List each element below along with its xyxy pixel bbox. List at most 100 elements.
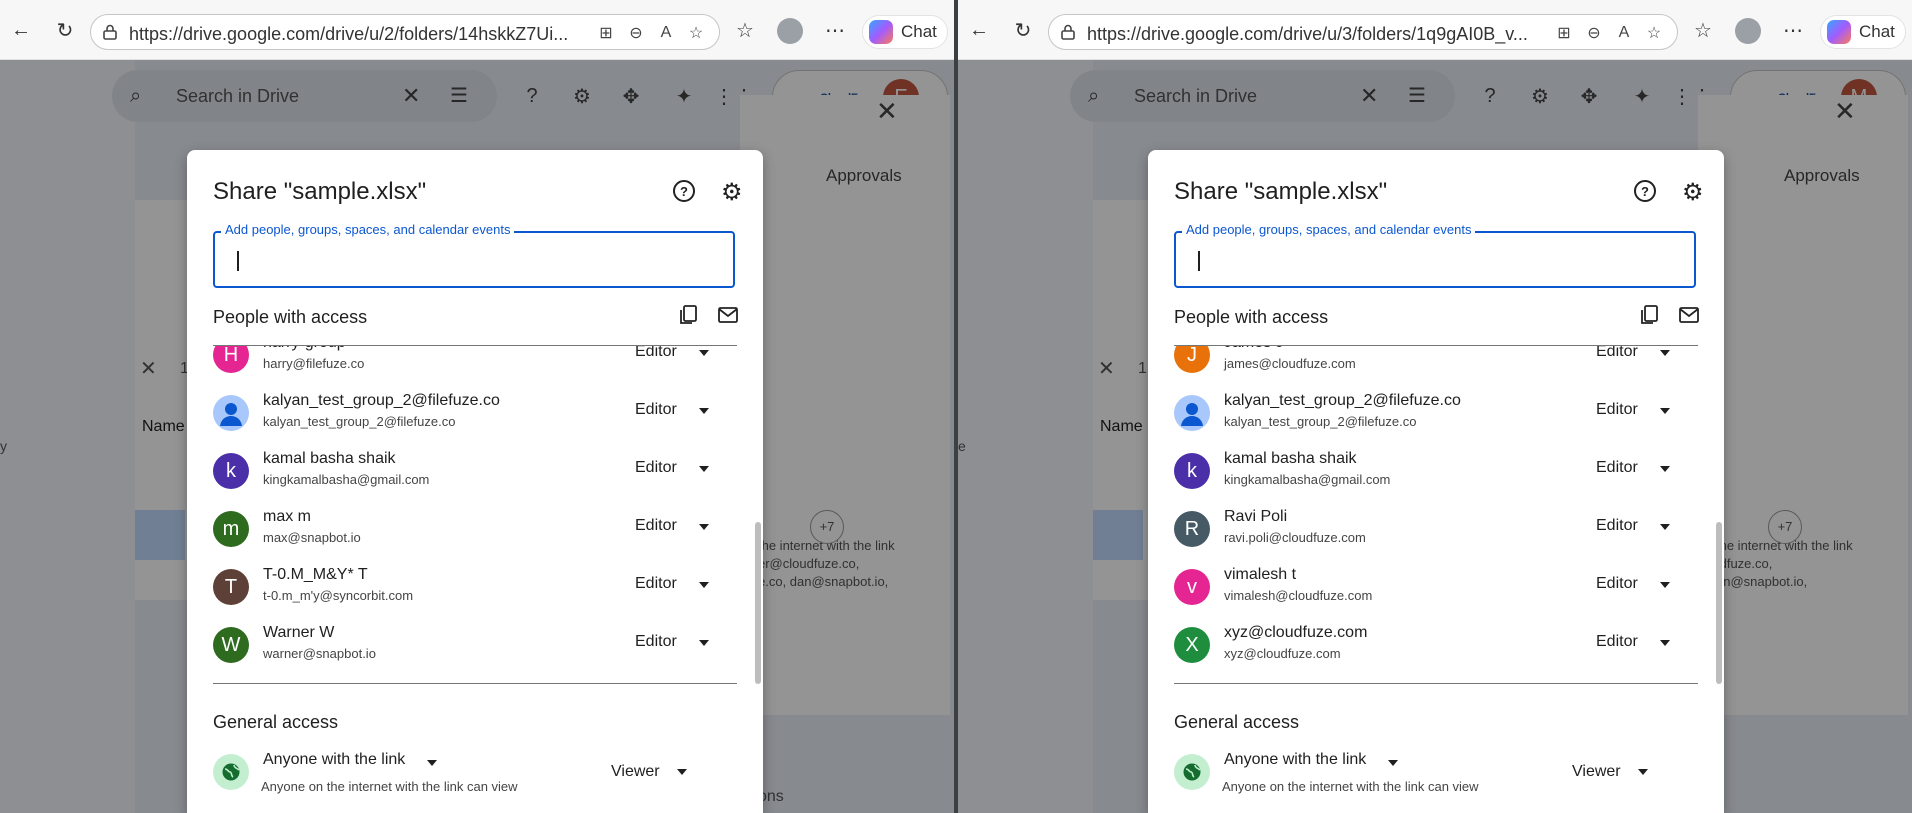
copy-emails-icon[interactable]: [1638, 304, 1660, 326]
person-avatar: k: [213, 453, 249, 489]
people-list-scrollbar[interactable]: [755, 522, 761, 684]
person-role-dropdown[interactable]: Editor: [1596, 575, 1638, 593]
person-role-dropdown[interactable]: Editor: [1596, 633, 1638, 651]
favorite-star-icon[interactable]: ☆: [685, 22, 707, 44]
link-access-dropdown[interactable]: Anyone with the link: [263, 751, 405, 769]
url-text[interactable]: https://drive.google.com/drive/u/2/folde…: [129, 24, 589, 45]
favorite-star-icon[interactable]: ☆: [1643, 22, 1665, 44]
help-icon[interactable]: ?: [673, 180, 695, 202]
person-email: t-0.m_m'y@syncorbit.com: [263, 588, 414, 603]
role-chevron-icon[interactable]: [699, 350, 709, 356]
link-access-dropdown[interactable]: Anyone with the link: [1224, 751, 1366, 769]
link-role-dropdown[interactable]: Viewer: [611, 763, 660, 781]
person-row: J James J james@cloudfuze.com Editor: [1174, 346, 1698, 384]
back-icon[interactable]: ←: [966, 17, 992, 43]
url-text[interactable]: https://drive.google.com/drive/u/3/folde…: [1087, 24, 1547, 45]
person-name: kamal basha shaik: [263, 450, 396, 467]
read-aloud-icon[interactable]: A: [655, 22, 677, 44]
role-chevron-icon[interactable]: [1660, 524, 1670, 530]
person-avatar: R: [1174, 511, 1210, 547]
person-role-dropdown[interactable]: Editor: [1596, 517, 1638, 535]
email-icon[interactable]: [1678, 305, 1700, 325]
email-icon[interactable]: [717, 305, 739, 325]
person-email: kalyan_test_group_2@filefuze.co: [263, 414, 456, 429]
more-icon[interactable]: ⋯: [822, 17, 848, 43]
person-email: harry@filefuze.co: [263, 356, 365, 371]
settings-gear-icon[interactable]: ⚙: [1682, 178, 1704, 207]
person-avatar: J: [1174, 346, 1210, 373]
general-access-heading: General access: [1174, 712, 1300, 732]
people-list-scrollbar[interactable]: [1716, 522, 1722, 684]
person-avatar: W: [213, 627, 249, 663]
lock-icon[interactable]: [101, 23, 119, 41]
link-role-chevron-icon[interactable]: [677, 769, 687, 775]
zoom-out-icon[interactable]: ⊖: [625, 22, 647, 44]
address-bar[interactable]: https://drive.google.com/drive/u/3/folde…: [1048, 14, 1678, 50]
role-chevron-icon[interactable]: [699, 524, 709, 530]
profile-avatar[interactable]: [1735, 18, 1761, 44]
settings-gear-icon[interactable]: ⚙: [721, 178, 743, 207]
browser-window-left: ← ↻ https://drive.google.com/drive/u/2/f…: [0, 0, 954, 813]
lock-icon[interactable]: [1059, 23, 1077, 41]
copilot-chat-button[interactable]: Chat: [862, 15, 948, 49]
profile-avatar[interactable]: [777, 18, 803, 44]
add-people-label: Add people, groups, spaces, and calendar…: [1182, 222, 1476, 237]
read-aloud-icon[interactable]: A: [1613, 22, 1635, 44]
refresh-icon[interactable]: ↻: [1010, 17, 1036, 43]
copilot-chat-button[interactable]: Chat: [1820, 15, 1906, 49]
role-chevron-icon[interactable]: [699, 640, 709, 646]
person-role-dropdown[interactable]: Editor: [635, 575, 677, 593]
person-email: xyz@cloudfuze.com: [1224, 646, 1341, 661]
add-people-input[interactable]: [1174, 231, 1696, 288]
role-chevron-icon[interactable]: [699, 466, 709, 472]
person-role-dropdown[interactable]: Editor: [1596, 401, 1638, 419]
dialog-title: Share "sample.xlsx": [213, 178, 427, 205]
person-avatar: H: [213, 346, 249, 373]
people-list: JJames Jjames@cloudfuze.comEditor kalyan_…: [1174, 346, 1698, 682]
person-role-dropdown[interactable]: Editor: [635, 346, 677, 361]
copy-emails-icon[interactable]: [677, 304, 699, 326]
refresh-icon[interactable]: ↻: [52, 17, 78, 43]
zoom-out-icon[interactable]: ⊖: [1583, 22, 1605, 44]
role-chevron-icon[interactable]: [1660, 466, 1670, 472]
role-chevron-icon[interactable]: [1660, 640, 1670, 646]
role-chevron-icon[interactable]: [1660, 350, 1670, 356]
dialog-title: Share "sample.xlsx": [1174, 178, 1388, 205]
person-role-dropdown[interactable]: Editor: [635, 459, 677, 477]
share-dialog: Share "sample.xlsx" ? ⚙ Add people, grou…: [187, 150, 763, 813]
more-icon[interactable]: ⋯: [1780, 17, 1806, 43]
person-row: v vimalesh t vimalesh@cloudfuze.com Editor: [1174, 558, 1698, 616]
person-name: kalyan_test_group_2@filefuze.co: [1224, 392, 1461, 409]
address-bar[interactable]: https://drive.google.com/drive/u/2/folde…: [90, 14, 720, 50]
link-access-description: Anyone on the internet with the link can…: [1222, 779, 1479, 794]
app-icon[interactable]: ⊞: [1553, 22, 1575, 44]
add-people-input[interactable]: [213, 231, 735, 288]
person-role-dropdown[interactable]: Editor: [635, 517, 677, 535]
link-role-dropdown[interactable]: Viewer: [1572, 763, 1621, 781]
link-access-chevron-icon[interactable]: [427, 760, 437, 766]
role-chevron-icon[interactable]: [1660, 582, 1670, 588]
person-name: vimalesh t: [1224, 566, 1297, 583]
help-icon[interactable]: ?: [1634, 180, 1656, 202]
person-role-dropdown[interactable]: Editor: [635, 633, 677, 651]
person-role-dropdown[interactable]: Editor: [1596, 459, 1638, 477]
chat-label: Chat: [1859, 22, 1895, 41]
app-icon[interactable]: ⊞: [595, 22, 617, 44]
people-with-access-heading: People with access: [213, 307, 368, 327]
copilot-icon: [869, 20, 893, 44]
text-cursor: [1198, 251, 1200, 271]
link-role-chevron-icon[interactable]: [1638, 769, 1648, 775]
person-name: kalyan_test_group_2@filefuze.co: [263, 392, 500, 409]
role-chevron-icon[interactable]: [699, 408, 709, 414]
role-chevron-icon[interactable]: [699, 582, 709, 588]
role-chevron-icon[interactable]: [1660, 408, 1670, 414]
favorites-icon[interactable]: ☆: [732, 17, 758, 43]
person-row: k kamal basha shaik kingkamalbasha@gmail.c…: [213, 442, 737, 500]
person-role-dropdown[interactable]: Editor: [635, 401, 677, 419]
back-icon[interactable]: ←: [8, 17, 34, 43]
favorites-icon[interactable]: ☆: [1690, 17, 1716, 43]
copilot-icon: [1827, 20, 1851, 44]
person-role-dropdown[interactable]: Editor: [1596, 346, 1638, 361]
person-avatar: k: [1174, 453, 1210, 489]
link-access-chevron-icon[interactable]: [1388, 760, 1398, 766]
